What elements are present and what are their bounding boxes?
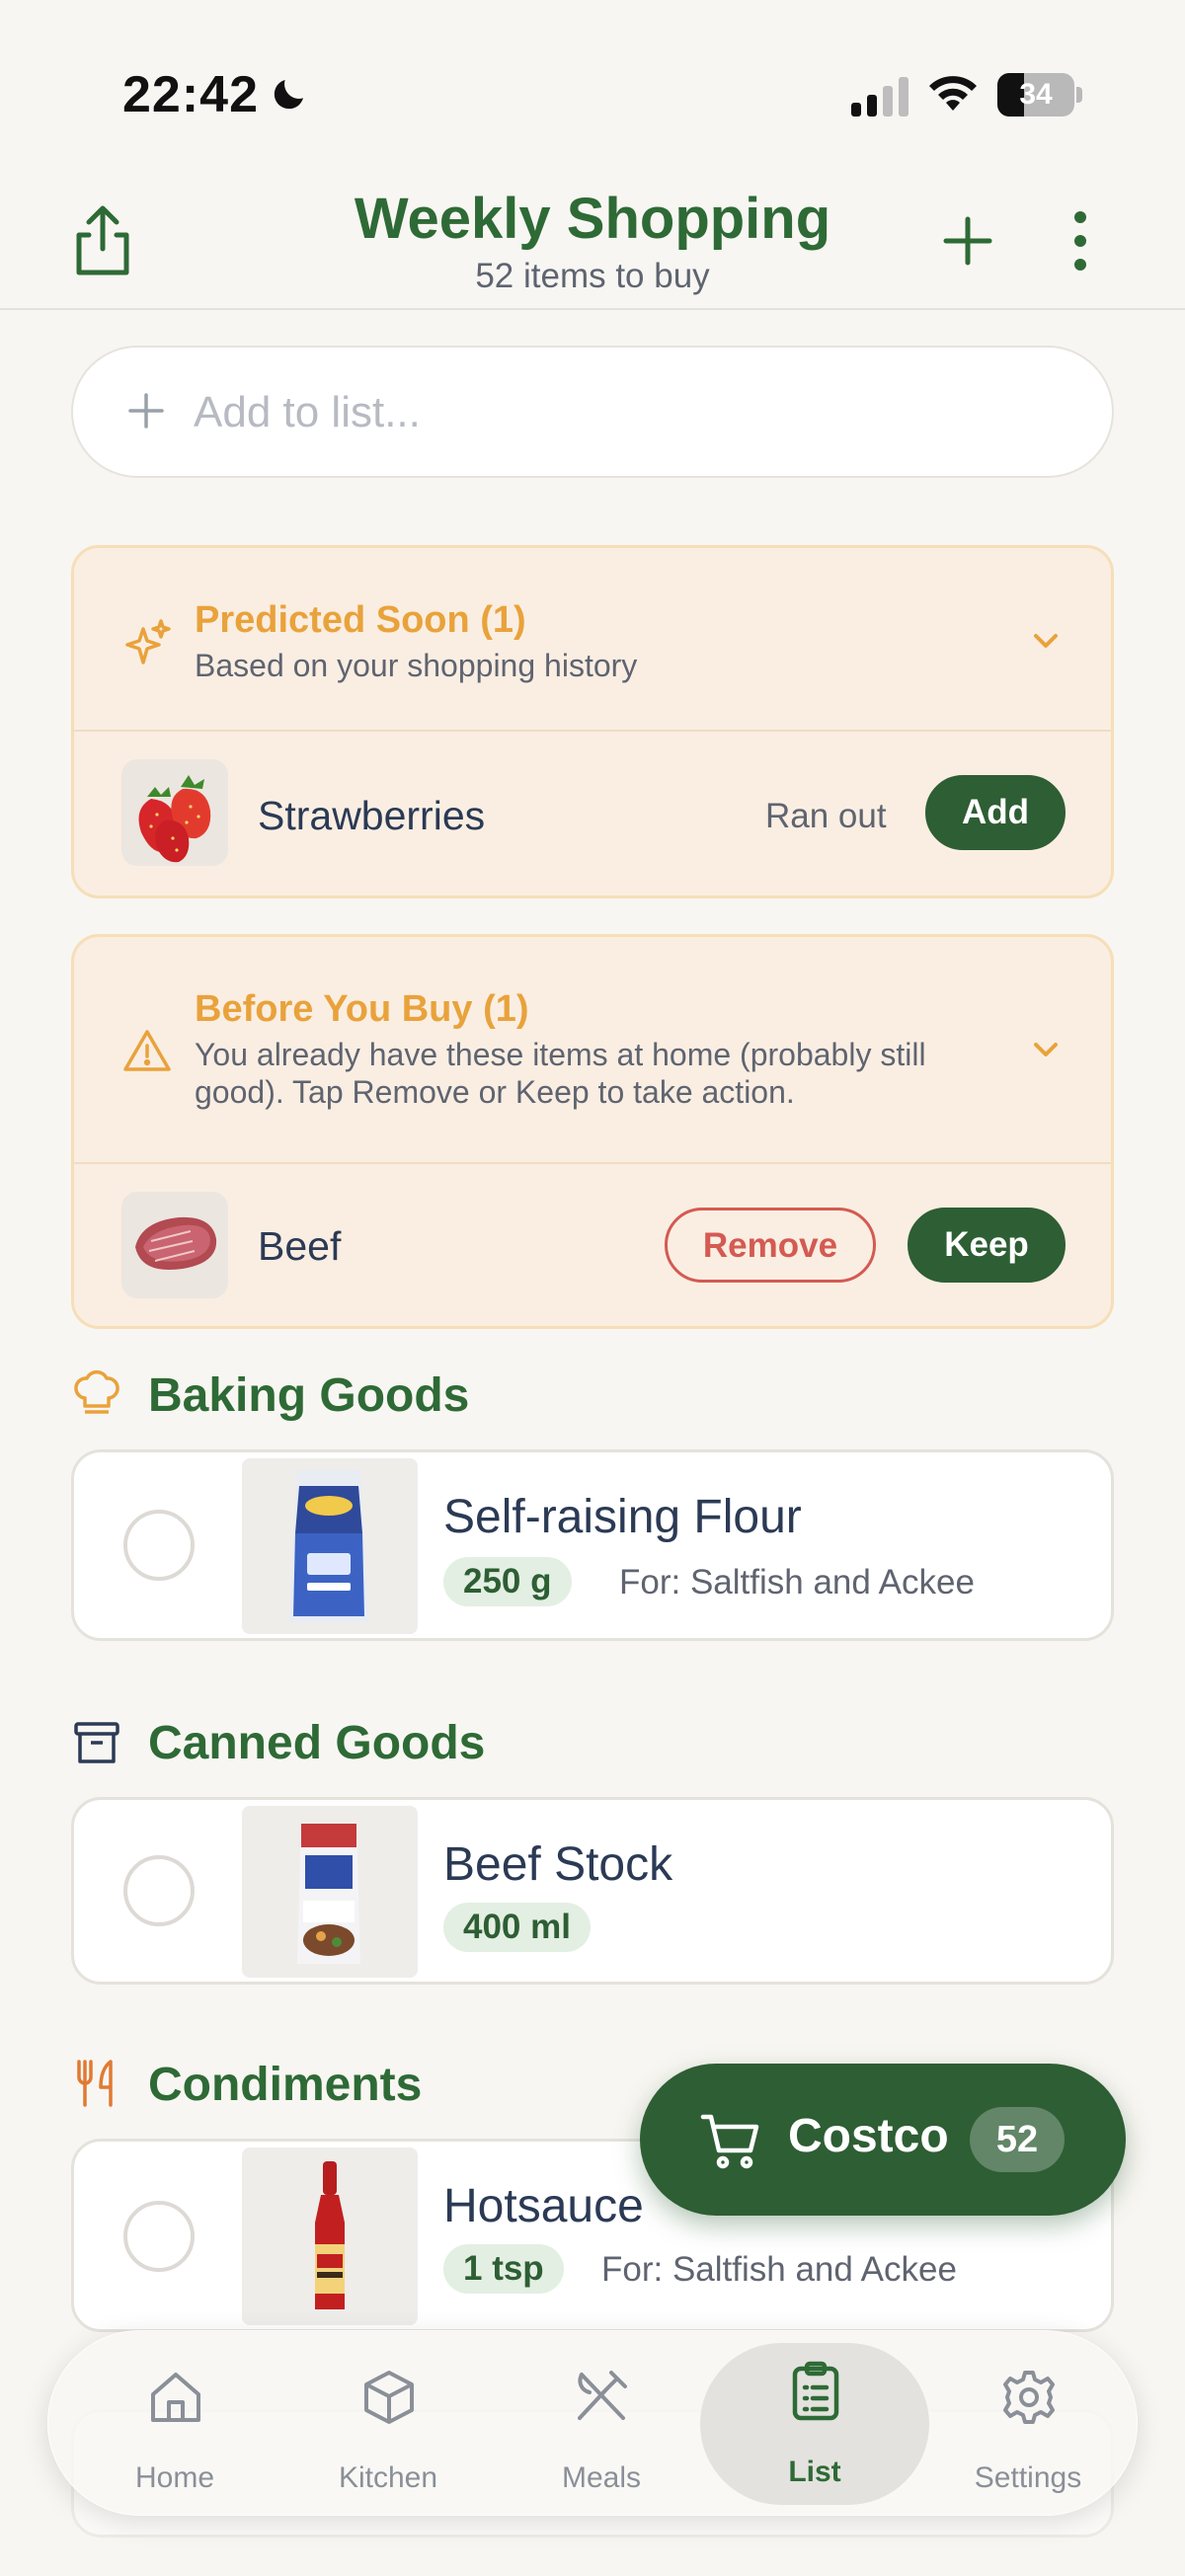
predicted-item-name: Strawberries: [258, 793, 486, 838]
item-checkbox[interactable]: [123, 1855, 195, 1926]
tab-kitchen[interactable]: Kitchen: [281, 2331, 495, 2517]
predicted-soon-description: Based on your shopping history: [195, 648, 638, 683]
warning-icon: [123, 1030, 171, 1071]
header: Weekly Shopping 52 items to buy: [0, 178, 1185, 310]
item-checkbox[interactable]: [123, 1510, 195, 1581]
cellular-signal-icon: [851, 77, 908, 117]
wifi-icon: [929, 76, 977, 111]
tab-label: Home: [134, 2461, 215, 2494]
sparkles-icon: [125, 619, 171, 664]
more-vertical-icon[interactable]: [1068, 209, 1092, 273]
add-suggestion-button[interactable]: Add: [925, 775, 1066, 850]
flour-image: [242, 1458, 418, 1634]
moon-icon: [274, 80, 303, 110]
before-you-buy-description: You already have these items at home (pr…: [195, 1037, 926, 1110]
page-title: Weekly Shopping: [354, 187, 831, 251]
item-name: Self-raising Flour: [443, 1491, 802, 1543]
utensils-icon: [77, 2060, 113, 2107]
box-icon: [364, 2371, 414, 2424]
before-you-buy-card: Before You Buy (1) You already have thes…: [71, 934, 1114, 1329]
item-name: Beef Stock: [443, 1838, 673, 1891]
before-you-buy-item-name: Beef: [258, 1223, 342, 1269]
tab-home[interactable]: Home: [68, 2331, 281, 2517]
archive-icon: [74, 1722, 119, 1763]
item-name: Hotsauce: [443, 2180, 644, 2232]
chevron-down-icon[interactable]: [1026, 621, 1066, 661]
list-item[interactable]: Self-raising Flour 250 g For: Saltfish a…: [71, 1449, 1114, 1641]
add-to-list-input[interactable]: [194, 371, 1063, 454]
tab-label: Kitchen: [338, 2461, 438, 2494]
strawberries-image: [121, 759, 228, 866]
tab-label: Meals: [561, 2461, 642, 2494]
hotsauce-image: [242, 2147, 418, 2325]
utensils-crossed-icon: [578, 2371, 627, 2420]
chevron-down-icon[interactable]: [1026, 1030, 1066, 1069]
list-item[interactable]: Beef Stock 400 ml: [71, 1797, 1114, 1985]
cart-icon: [700, 2114, 759, 2169]
beef-image: [121, 1192, 228, 1298]
add-to-list-field[interactable]: [71, 346, 1114, 478]
tab-settings[interactable]: Settings: [921, 2331, 1135, 2517]
remove-button[interactable]: Remove: [665, 1208, 876, 1283]
clipboard-list-icon: [792, 2361, 839, 2421]
item-checkbox[interactable]: [123, 2201, 195, 2272]
tab-meals[interactable]: Meals: [495, 2331, 708, 2517]
beef-stock-image: [242, 1806, 418, 1978]
ran-out-label: Ran out: [765, 797, 887, 835]
tab-label: Settings: [974, 2461, 1082, 2494]
before-you-buy-title: Before You Buy (1): [195, 988, 529, 1030]
item-quantity: 250 g: [443, 1557, 572, 1606]
cart-count-badge: 52: [970, 2107, 1065, 2172]
item-quantity: 1 tsp: [443, 2244, 564, 2294]
predicted-soon-card: Predicted Soon (1) Based on your shoppin…: [71, 545, 1114, 898]
battery-icon: 34: [997, 73, 1082, 117]
tab-label: List: [788, 2456, 841, 2488]
item-recipe-link: For: Saltfish and Ackee: [619, 1563, 975, 1601]
tab-bar: Home Kitchen Meals List Settings: [47, 2330, 1138, 2516]
items-count: 52 items to buy: [475, 257, 710, 295]
gear-icon: [1003, 2371, 1055, 2424]
store-name: Costco: [788, 2110, 949, 2162]
status-bar: 22:42 34: [0, 0, 1185, 188]
store-cart-button[interactable]: Costco 52: [640, 2064, 1126, 2216]
tab-list[interactable]: List: [700, 2331, 929, 2517]
status-time: 22:42: [122, 66, 259, 123]
item-recipe-link: For: Saltfish and Ackee: [601, 2250, 957, 2289]
chef-hat-icon: [74, 1369, 119, 1414]
home-icon: [151, 2373, 200, 2422]
battery-level: 34: [1019, 78, 1053, 111]
item-quantity: 400 ml: [443, 1903, 591, 1952]
predicted-soon-title: Predicted Soon (1): [195, 599, 526, 641]
category-title: Canned Goods: [148, 1717, 486, 1769]
predicted-soon-header[interactable]: Predicted Soon (1) Based on your shoppin…: [74, 548, 1111, 732]
keep-button[interactable]: Keep: [908, 1208, 1066, 1283]
add-icon[interactable]: [940, 213, 995, 269]
before-you-buy-header[interactable]: Before You Buy (1) You already have thes…: [74, 937, 1111, 1164]
category-title: Baking Goods: [148, 1369, 470, 1422]
category-title: Condiments: [148, 2059, 423, 2111]
plus-icon: [128, 393, 164, 429]
